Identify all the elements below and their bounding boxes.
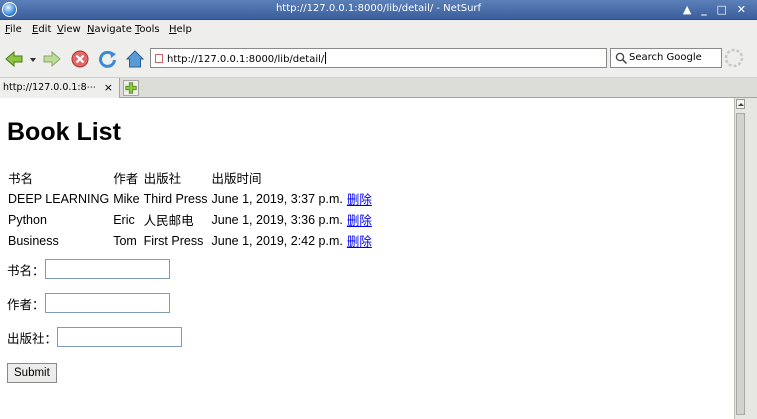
form-row-title: 书名： [7,259,170,279]
cell-date: June 1, 2019, 3:36 p.m. [211,212,343,227]
scroll-up-icon[interactable] [736,99,745,109]
cell-author: Mike [113,191,140,206]
author-field-label: 作者： [7,297,45,312]
navigation-toolbar: http://127.0.0.1:8000/lib/detail/ Search… [0,40,757,78]
close-window-icon[interactable]: ✕ [737,3,749,16]
cell-author: Eric [113,212,135,227]
cell-title: DEEP LEARNING [8,191,110,206]
author-field[interactable] [44,293,170,313]
cell-action: 删除 [345,209,374,230]
cell-author: Tom [113,233,137,248]
throbber-icon [724,48,744,68]
table-row: Business Tom First Press June 1, 2019, 2… [6,230,374,251]
publisher-field-label: 出版社： [7,331,58,346]
url-text: http://127.0.0.1:8000/lib/detail/ [167,54,325,65]
home-icon[interactable] [125,49,145,69]
header-author: 作者 [113,172,139,186]
window-controls: ▲ _ □ ✕ [683,3,749,16]
cell-action: 删除 [345,230,374,251]
title-field[interactable] [44,259,170,279]
tab-bar: http://127.0.0.1:8⋯ × [0,78,757,98]
page-content: Book List 书名 作者 出版社 出版时间 DEEP LEARNING M… [0,98,734,419]
table-row: DEEP LEARNING Mike Third Press June 1, 2… [6,188,374,209]
menu-edit[interactable]: Edit [32,24,51,35]
title-field-label: 书名： [7,263,45,278]
window-titlebar: http://127.0.0.1:8000/lib/detail/ - NetS… [0,0,757,20]
maximize-window-icon[interactable]: □ [717,3,730,16]
form-row-author: 作者： [7,293,170,313]
text-caret [325,52,327,64]
cell-publisher: Third Press [143,191,208,206]
menu-view[interactable]: View [57,24,81,35]
cell-title: Python [8,212,47,227]
header-action [345,167,374,188]
cell-date: June 1, 2019, 3:37 p.m. [211,191,343,206]
header-publisher: 出版社 [143,172,182,186]
vertical-scrollbar[interactable] [734,98,757,419]
menu-bar: File Edit View Navigate Tools Help [0,20,757,40]
header-publish-date: 出版时间 [211,172,262,186]
search-input[interactable]: Search Google [610,48,722,68]
publisher-field[interactable] [57,327,183,347]
shade-window-icon[interactable]: ▲ [683,3,694,16]
delete-link[interactable]: 删除 [347,214,372,228]
scrollbar-thumb[interactable] [736,113,745,415]
search-placeholder: Search Google [629,52,702,63]
cell-date: June 1, 2019, 2:42 p.m. [211,233,343,248]
delete-link[interactable]: 删除 [347,235,372,249]
window-title: http://127.0.0.1:8000/lib/detail/ - NetS… [275,3,482,14]
tab-label: http://127.0.0.1:8⋯ [3,82,97,93]
page-favicon-icon [155,54,163,63]
book-table: 书名 作者 出版社 出版时间 DEEP LEARNING Mike Third … [6,167,374,251]
tab-current-page[interactable]: http://127.0.0.1:8⋯ × [0,78,120,98]
cell-publisher: 人民邮电 [143,214,194,228]
back-arrow-icon[interactable] [4,49,24,69]
url-input[interactable]: http://127.0.0.1:8000/lib/detail/ [150,48,607,68]
menu-navigate[interactable]: Navigate [87,24,132,35]
table-row: Python Eric 人民邮电 June 1, 2019, 3:36 p.m.… [6,209,374,230]
tab-close-icon[interactable]: × [104,81,113,94]
menu-tools[interactable]: Tools [135,24,160,35]
menu-help[interactable]: Help [169,24,192,35]
stop-icon[interactable] [70,49,90,69]
cell-title: Business [8,233,59,248]
header-title: 书名 [8,172,34,186]
new-tab-icon[interactable] [123,80,139,96]
minimize-window-icon[interactable]: _ [701,3,710,16]
reload-icon[interactable] [98,49,118,69]
page-title: Book List [7,118,121,146]
table-header-row: 书名 作者 出版社 出版时间 [6,167,374,188]
search-icon [615,52,628,65]
back-history-dropdown-icon[interactable] [28,49,38,69]
submit-button[interactable]: Submit [7,363,57,383]
cell-publisher: First Press [143,233,204,248]
form-row-publisher: 出版社： [7,327,183,347]
menu-file[interactable]: File [5,24,22,35]
cell-action: 删除 [345,188,374,209]
forward-arrow-icon[interactable] [42,49,62,69]
delete-link[interactable]: 删除 [347,193,372,207]
